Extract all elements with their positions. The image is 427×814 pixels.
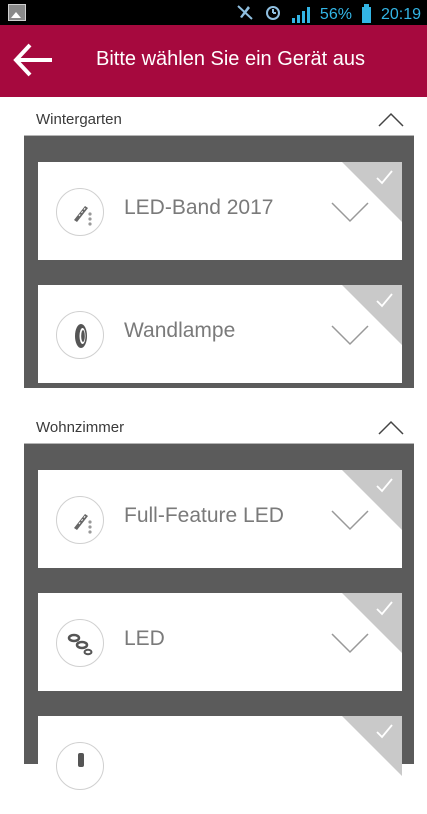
back-arrow-icon: [13, 43, 52, 77]
back-button[interactable]: [12, 39, 58, 81]
led-strip-icon: [56, 188, 104, 236]
led-strip-icon: [56, 496, 104, 544]
device-list: Full-Feature LED LED: [24, 444, 414, 814]
device-name: LED: [124, 627, 165, 650]
checkmark-icon[interactable]: [342, 162, 402, 222]
wall-lamp-icon: [56, 311, 104, 359]
checkmark-icon[interactable]: [342, 593, 402, 653]
section-title: Wohnzimmer: [36, 419, 125, 436]
device-card[interactable]: LED-Band 2017: [38, 162, 402, 260]
chevron-up-icon[interactable]: [378, 111, 404, 127]
device-card[interactable]: Full-Feature LED: [38, 470, 402, 568]
device-card[interactable]: LED: [38, 593, 402, 691]
led-spots-icon: [56, 619, 104, 667]
chevron-up-icon[interactable]: [378, 419, 404, 435]
device-card[interactable]: Wandlampe: [38, 285, 402, 383]
section-header[interactable]: Wintergarten: [24, 103, 414, 136]
alarm-icon: [264, 3, 282, 26]
device-name: Full-Feature LED: [124, 504, 284, 527]
section-title: Wintergarten: [36, 111, 122, 128]
signal-icon: [291, 6, 310, 23]
lamp-icon: [56, 742, 104, 790]
device-list: LED-Band 2017 Wandlampe: [24, 136, 414, 388]
clock: 20:19: [380, 5, 421, 23]
device-name: Wandlampe: [124, 319, 236, 342]
battery-icon: [361, 3, 371, 23]
checkmark-icon[interactable]: [342, 470, 402, 530]
page-title: Bitte wählen Sie ein Gerät aus: [96, 48, 366, 70]
status-bar: 56% 20:19: [0, 0, 427, 25]
section-header[interactable]: Wohnzimmer: [24, 411, 414, 444]
checkmark-icon[interactable]: [342, 285, 402, 345]
app-header: Bitte wählen Sie ein Gerät aus: [0, 25, 427, 97]
device-card[interactable]: [38, 716, 402, 814]
status-icons: 56% 20:19: [236, 3, 421, 26]
device-name: LED-Band 2017: [124, 196, 274, 219]
checkmark-icon[interactable]: [342, 716, 402, 776]
gallery-notification-icon: [8, 4, 26, 21]
mute-icon: [236, 3, 254, 26]
battery-percentage: 56%: [319, 5, 352, 23]
